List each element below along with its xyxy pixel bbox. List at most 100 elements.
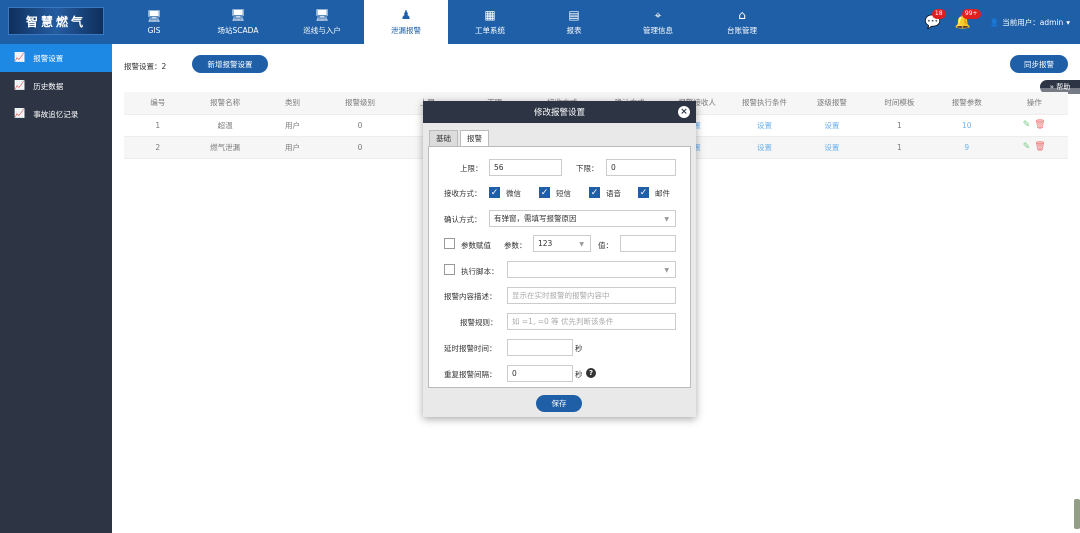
cell-id: 1 (124, 114, 192, 137)
alarm-figure-icon: ♟ (400, 8, 412, 22)
delay-label: 延时报警时间： (444, 344, 497, 353)
cell-actions: ✎ 🗑 (1000, 114, 1068, 137)
cell-template: 1 (865, 136, 934, 159)
sync-alarm-button[interactable]: 同步报警 (1010, 55, 1068, 73)
repeat-unit: 秒 (575, 370, 583, 379)
nav-management[interactable]: ⌖ 管理信息 (616, 0, 700, 44)
user-icon: 👤 (989, 17, 1000, 27)
param-label: 参数： (504, 241, 527, 250)
nav-gis[interactable]: 🖥 GIS (112, 0, 196, 44)
nav-ledger[interactable]: ⌂ 台账管理 (700, 0, 784, 44)
col-header: 操作 (1000, 92, 1068, 115)
cell-param-link[interactable]: 9 (933, 136, 1001, 159)
delete-icon[interactable]: 🗑 (1034, 142, 1045, 152)
nav-work-order[interactable]: ▦ 工单系统 (448, 0, 532, 44)
delay-input[interactable] (507, 339, 573, 356)
nav-reports[interactable]: ▤ 报表 (532, 0, 616, 44)
delay-unit: 秒 (575, 344, 583, 353)
close-icon[interactable]: × (678, 106, 690, 118)
notification-badge: 99+ (961, 8, 981, 19)
voice-label: 语音 (606, 189, 621, 198)
dialog-header: 修改报警设置 × (423, 101, 696, 123)
sms-label: 短信 (556, 189, 571, 198)
scroll-handle[interactable] (1074, 499, 1080, 529)
delete-icon[interactable]: 🗑 (1034, 120, 1045, 130)
message-button[interactable]: 💬 18 (918, 8, 948, 30)
top-navbar: 智慧燃气 🖥 GIS 🖥 场站SCADA 🖥 巡线与入户 ♟ 泄漏报警 ▦ 工单系统 ▤ 报… (0, 0, 1080, 44)
cell-name: 燃气泄漏 (191, 136, 259, 159)
user-menu[interactable]: 👤 当前用户：admin ▾ (990, 17, 1070, 28)
message-badge: 18 (931, 8, 946, 19)
tab-alarm[interactable]: 报警 (460, 130, 489, 147)
app-logo: 智慧燃气 (8, 7, 104, 35)
param-assign-label: 参数赋值 (461, 241, 491, 250)
document-icon: ▤ (568, 8, 580, 22)
cell-escalation-link[interactable]: 设置 (798, 136, 866, 159)
repeat-input[interactable]: 0 (507, 365, 573, 382)
cell-actions: ✎ 🗑 (1000, 136, 1068, 159)
email-label: 邮件 (655, 189, 670, 198)
sidebar-item-incident-records[interactable]: 📈 事故追忆记录 (0, 100, 112, 128)
cell-exec-link[interactable]: 设置 (730, 114, 799, 137)
factory-icon: ▦ (484, 8, 496, 22)
cell-id: 2 (124, 136, 192, 159)
monitor-icon: 🖥 (230, 8, 246, 22)
share-icon: ⌖ (654, 8, 662, 22)
chart-line-icon: 📈 (14, 109, 26, 119)
cell-exec-link[interactable]: 设置 (730, 136, 799, 159)
edit-icon[interactable]: ✎ (1023, 142, 1031, 152)
confirm-select[interactable]: 有弹窗，需填写报警原因 ▼ (489, 210, 676, 227)
add-alarm-setting-button[interactable]: 新增报警设置 (192, 55, 268, 73)
cell-category: 用户 (258, 136, 327, 159)
repeat-label: 重复报警间隔： (444, 370, 497, 379)
lower-label: 下限： (576, 164, 599, 173)
exec-script-label: 执行脚本： (461, 267, 499, 276)
wechat-checkbox[interactable]: ✓ (489, 187, 500, 198)
lower-input[interactable]: 0 (606, 159, 676, 176)
email-checkbox[interactable]: ✓ (638, 187, 649, 198)
exec-script-select[interactable]: ▼ (507, 261, 676, 278)
nav-patrol[interactable]: 🖥 巡线与入户 (280, 0, 364, 44)
nav-leak-alarm[interactable]: ♟ 泄漏报警 (364, 0, 448, 44)
description-input[interactable]: 显示在实时报警的报警内容中 (507, 287, 676, 304)
dialog-title: 修改报警设置 (533, 108, 585, 118)
confirm-label: 确认方式： (444, 215, 482, 224)
current-user: 当前用户：admin (1002, 17, 1064, 27)
monitor-icon: 🖥 (146, 9, 162, 23)
caret-down-icon: ▾ (1066, 17, 1070, 27)
tab-basic[interactable]: 基础 (429, 130, 458, 147)
alarm-form: 上限： 56 下限： 0 接收方式： ✓ 微信 ✓ 短信 ✓ 语音 ✓ 邮件 确… (428, 146, 691, 388)
rule-input[interactable]: 如 =1, =0 等 优先判断该条件 (507, 313, 676, 330)
dialog-tabs: 基础 报警 (429, 130, 491, 147)
sms-checkbox[interactable]: ✓ (539, 187, 550, 198)
nav-scada[interactable]: 🖥 场站SCADA (196, 0, 280, 44)
col-header: 类别 (258, 92, 327, 115)
upper-input[interactable]: 56 (489, 159, 562, 176)
col-header: 逐级报警 (798, 92, 866, 115)
cell-category: 用户 (258, 114, 327, 137)
exec-script-checkbox[interactable] (444, 264, 455, 275)
cell-param-link[interactable]: 10 (933, 114, 1001, 137)
notification-button[interactable]: 🔔 99+ (948, 8, 981, 30)
top-right-tools: 💬 18 🔔 99+ 👤 当前用户：admin ▾ (918, 0, 1070, 44)
alarm-count: 报警设置：2 (124, 62, 167, 71)
save-button[interactable]: 保存 (536, 395, 582, 412)
voice-checkbox[interactable]: ✓ (589, 187, 600, 198)
cell-level: 0 (326, 136, 394, 159)
sidebar: 📈 报警设置 📈 历史数据 📈 事故追忆记录 (0, 44, 112, 533)
cell-name: 超温 (191, 114, 259, 137)
sidebar-item-alarm-settings[interactable]: 📈 报警设置 (0, 44, 112, 72)
col-header: 报警级别 (326, 92, 394, 115)
param-select[interactable]: 123 ▼ (533, 235, 591, 252)
description-label: 报警内容描述： (444, 292, 497, 301)
edit-icon[interactable]: ✎ (1023, 120, 1031, 130)
question-icon[interactable]: ? (586, 368, 596, 378)
sidebar-item-history[interactable]: 📈 历史数据 (0, 72, 112, 100)
chart-line-icon: 📈 (14, 81, 26, 91)
col-header: 报警执行条件 (730, 92, 799, 115)
rule-label: 报警规则： (460, 318, 498, 327)
cell-escalation-link[interactable]: 设置 (798, 114, 866, 137)
cell-level: 0 (326, 114, 394, 137)
value-input[interactable] (620, 235, 676, 252)
param-assign-checkbox[interactable] (444, 238, 455, 249)
